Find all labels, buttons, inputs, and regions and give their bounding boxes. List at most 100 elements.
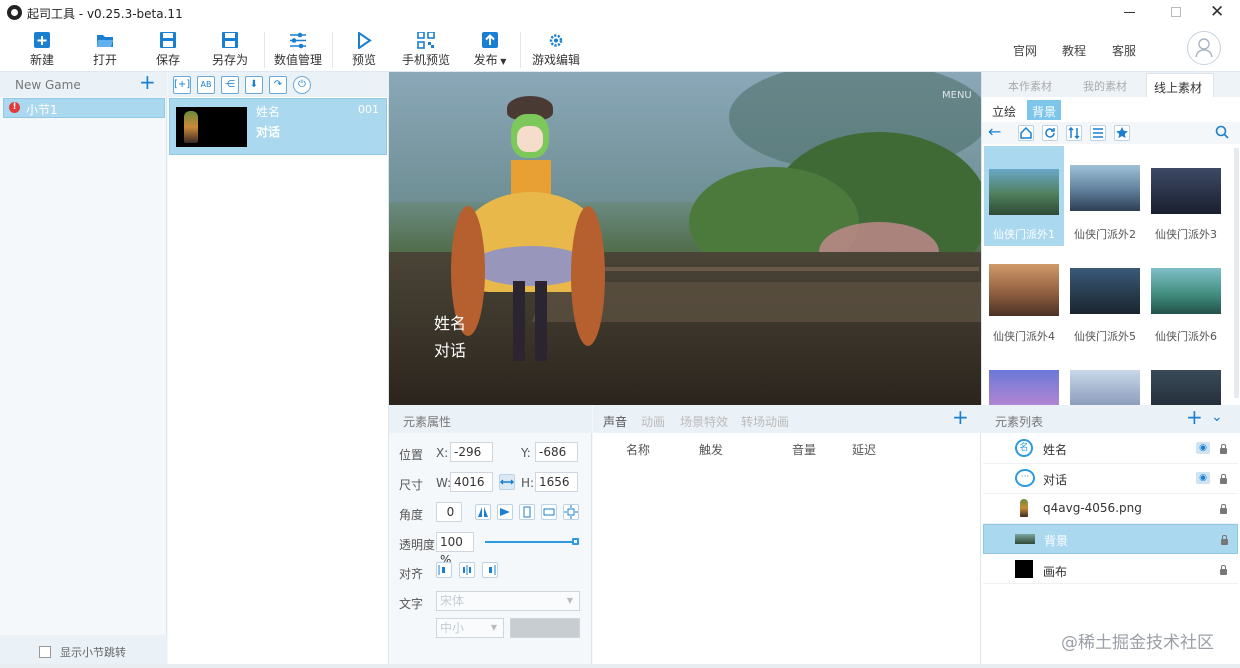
- tab-my-assets[interactable]: 我的素材: [1083, 78, 1127, 94]
- element-row-selected[interactable]: 背景: [983, 524, 1238, 554]
- tab-online-assets[interactable]: 线上素材: [1146, 73, 1214, 97]
- asset-thumbnail[interactable]: [989, 264, 1059, 316]
- asset-caption: 仙侠门派外5: [1074, 330, 1136, 343]
- mobile-preview-label: 手机预览: [402, 53, 451, 67]
- power-icon[interactable]: ⏻: [293, 76, 311, 94]
- chapter-item[interactable]: ! 小节1: [3, 98, 165, 118]
- show-jump-label: 显示小节跳转: [60, 646, 126, 659]
- y-input[interactable]: -686: [535, 442, 578, 462]
- show-jump-checkbox[interactable]: [39, 646, 51, 658]
- center-icon[interactable]: [563, 504, 579, 520]
- fit-height-icon[interactable]: [519, 504, 535, 520]
- game-edit-label: 游戏编辑: [531, 53, 580, 67]
- website-link[interactable]: 官网: [1013, 42, 1037, 59]
- maximize-icon[interactable]: [1171, 7, 1181, 17]
- service-link[interactable]: 客服: [1112, 42, 1136, 59]
- x-input[interactable]: -296: [450, 442, 493, 462]
- chevron-down-icon: ▼: [490, 623, 497, 632]
- opacity-slider[interactable]: [485, 538, 579, 545]
- element-row[interactable]: ··· 对话 ◉: [983, 464, 1238, 494]
- tab-animation[interactable]: 动画: [641, 413, 665, 430]
- tutorial-link[interactable]: 教程: [1062, 42, 1086, 59]
- lock-icon[interactable]: [1220, 474, 1227, 484]
- frame-name-label: 姓名: [256, 105, 281, 119]
- align-center-icon[interactable]: [459, 562, 475, 578]
- add-sound-icon[interactable]: +: [952, 405, 969, 429]
- search-icon[interactable]: [1214, 124, 1230, 143]
- asset-thumbnail[interactable]: [1151, 370, 1221, 405]
- redo-icon[interactable]: ↷: [269, 76, 287, 94]
- minimize-icon[interactable]: [1124, 12, 1135, 13]
- text-color-picker[interactable]: [510, 618, 580, 638]
- list-view-icon[interactable]: [1090, 125, 1106, 141]
- lock-ratio-icon[interactable]: [499, 474, 515, 490]
- import-icon[interactable]: ⬇: [245, 76, 263, 94]
- tab-transition[interactable]: 转场动画: [741, 413, 789, 430]
- align-left-icon[interactable]: [436, 562, 452, 578]
- stage-menu-text[interactable]: MENU: [942, 90, 972, 101]
- asset-scrollbar[interactable]: [1234, 148, 1239, 398]
- sort-icon[interactable]: [1066, 125, 1082, 141]
- star-icon[interactable]: [1114, 125, 1130, 141]
- insert-frame-icon[interactable]: [+]: [173, 76, 191, 94]
- user-icon: [1195, 38, 1213, 58]
- add-element-icon[interactable]: +: [1186, 405, 1203, 429]
- chapter-panel: New Game + ! 小节1 显示小节跳转: [0, 70, 167, 668]
- lock-icon[interactable]: [1221, 535, 1228, 545]
- save-button[interactable]: 保存: [154, 32, 182, 68]
- asset-thumbnail[interactable]: [1151, 168, 1221, 214]
- new-button[interactable]: 新建: [28, 32, 56, 68]
- angle-input[interactable]: 0: [436, 502, 462, 522]
- asset-thumbnail[interactable]: [989, 370, 1059, 405]
- tab-scene-effect[interactable]: 场景特效: [680, 413, 728, 430]
- preview-button[interactable]: 预览: [350, 32, 378, 68]
- close-icon[interactable]: ✕: [1210, 2, 1224, 22]
- publish-button[interactable]: 发布 ▼: [470, 32, 510, 68]
- element-row[interactable]: q4avg-4056.png: [983, 494, 1238, 524]
- share-icon[interactable]: ⋲: [221, 76, 239, 94]
- width-input[interactable]: 4016: [450, 472, 493, 492]
- character-sprite[interactable]: [451, 96, 605, 376]
- open-button[interactable]: 打开: [91, 32, 119, 68]
- opacity-input[interactable]: 100 %: [436, 532, 474, 567]
- refresh-icon[interactable]: [1042, 125, 1058, 141]
- text-frame-icon[interactable]: AB: [197, 76, 215, 94]
- asset-thumbnail[interactable]: [1070, 370, 1140, 405]
- add-chapter-icon[interactable]: +: [139, 70, 156, 94]
- background-thumbnail-icon: [1015, 534, 1035, 544]
- back-arrow-icon[interactable]: ←: [988, 122, 1001, 141]
- lock-icon[interactable]: [1220, 504, 1227, 514]
- height-input[interactable]: 1656: [535, 472, 578, 492]
- asset-thumbnail[interactable]: [1070, 165, 1140, 211]
- stage-canvas[interactable]: 姓名 对话 MENU: [389, 72, 981, 405]
- subtab-background[interactable]: 背景: [1027, 100, 1061, 120]
- x-label: X:: [436, 446, 449, 460]
- frame-item[interactable]: 姓名 对话 001: [169, 98, 387, 155]
- align-right-icon[interactable]: [482, 562, 498, 578]
- element-row[interactable]: 画布: [983, 554, 1238, 584]
- flip-vertical-icon[interactable]: [497, 504, 513, 520]
- avatar[interactable]: [1187, 31, 1221, 65]
- asset-thumbnail[interactable]: [1151, 268, 1221, 314]
- visibility-eye-icon[interactable]: ◉: [1196, 472, 1210, 484]
- tab-sound[interactable]: 声音: [603, 413, 627, 430]
- element-name: 姓名: [1043, 443, 1068, 457]
- fit-width-icon[interactable]: [541, 504, 557, 520]
- slider-handle[interactable]: [572, 538, 579, 545]
- home-icon[interactable]: [1018, 125, 1034, 141]
- save-as-button[interactable]: 另存为: [212, 32, 248, 68]
- chevron-down-icon[interactable]: ⌄: [1211, 409, 1223, 425]
- properties-title: 元素属性: [403, 415, 452, 429]
- subtab-portrait[interactable]: 立绘: [992, 103, 1016, 120]
- lock-icon[interactable]: [1220, 565, 1227, 575]
- font-select[interactable]: 宋体 ▼: [436, 591, 580, 611]
- lock-icon[interactable]: [1220, 444, 1227, 454]
- visibility-eye-icon[interactable]: ◉: [1196, 442, 1210, 454]
- asset-thumbnail[interactable]: [1070, 268, 1140, 314]
- font-size-select[interactable]: 中小 ▼: [436, 618, 504, 638]
- numeric-manage-button[interactable]: 数值管理: [274, 32, 322, 68]
- tab-project-assets[interactable]: 本作素材: [1008, 78, 1052, 94]
- element-row[interactable]: 名 姓名 ◉: [983, 434, 1238, 464]
- mobile-preview-button[interactable]: 手机预览: [402, 32, 450, 68]
- flip-horizontal-icon[interactable]: [475, 504, 491, 520]
